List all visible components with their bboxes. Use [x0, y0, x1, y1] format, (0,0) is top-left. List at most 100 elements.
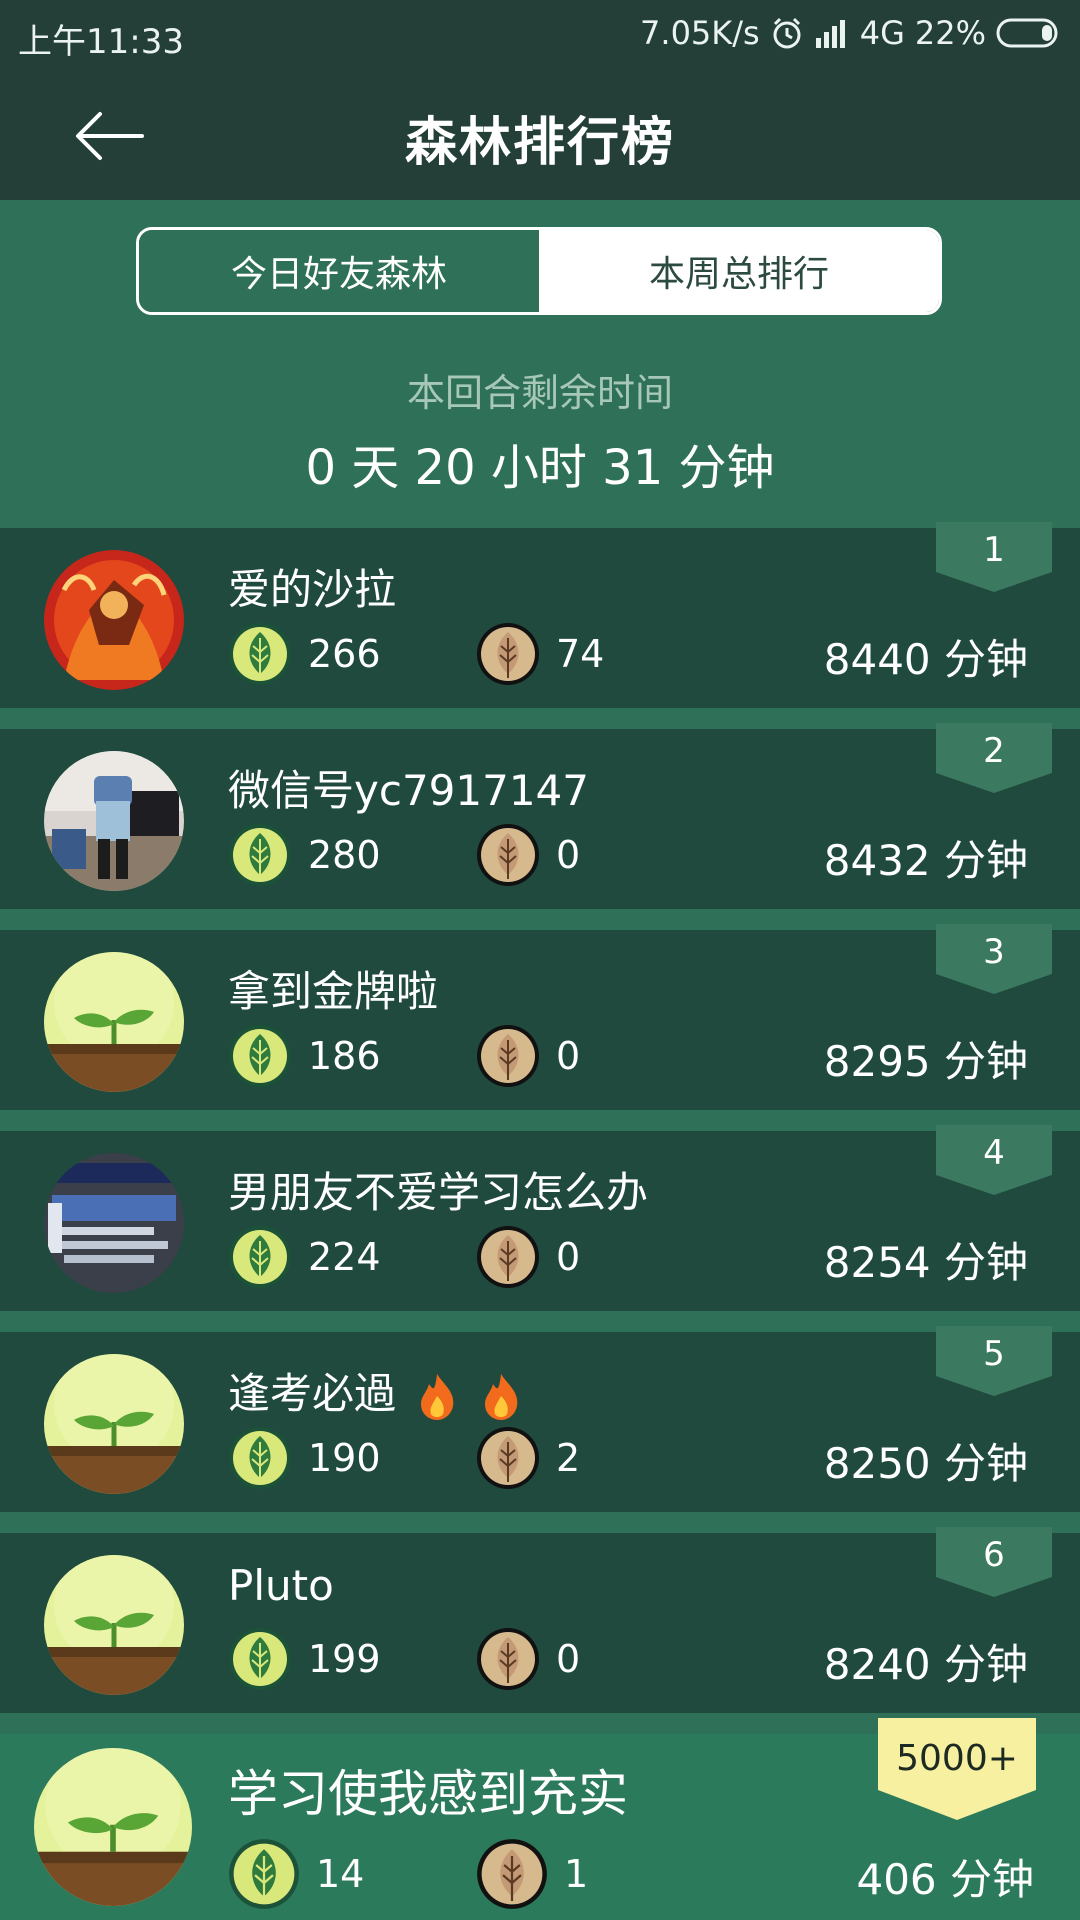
- live-trees-stat: 14: [228, 1838, 364, 1910]
- live-trees-count: 280: [308, 833, 381, 877]
- live-trees-stat: 186: [228, 1024, 381, 1088]
- rank-number: 5: [983, 1334, 1005, 1374]
- focus-minutes: 8250 分钟: [823, 1439, 1028, 1488]
- dead-tree-coin-icon: [476, 1838, 548, 1910]
- sprout-icon[interactable]: [44, 1354, 184, 1494]
- dead-trees-count: 1: [564, 1852, 589, 1896]
- leaderboard-row[interactable]: 爱的沙拉 266 74 8440 分钟 1: [0, 522, 1080, 708]
- dead-trees-stat: 0: [476, 823, 580, 887]
- live-trees-count: 199: [308, 1637, 381, 1681]
- dead-trees-count: 0: [556, 1637, 581, 1681]
- dead-tree-coin-icon: [476, 1627, 540, 1691]
- sprout-icon[interactable]: [44, 952, 184, 1092]
- fire-icon: [421, 1373, 454, 1420]
- tab-bar: 今日好友森林 本周总排行: [136, 227, 942, 315]
- live-tree-coin-icon: [228, 823, 292, 887]
- dead-trees-stat: 0: [476, 1225, 580, 1289]
- live-tree-coin-icon: [228, 1838, 300, 1910]
- live-trees-stat: 280: [228, 823, 381, 887]
- rank-badge: 1: [936, 522, 1052, 592]
- rank-number: 6: [983, 1535, 1005, 1575]
- signal-icon: [814, 18, 850, 48]
- live-trees-count: 14: [316, 1852, 365, 1896]
- dead-trees-count: 2: [556, 1436, 581, 1480]
- dead-trees-stat: 2: [476, 1426, 580, 1490]
- rank-badge: 4: [936, 1125, 1052, 1195]
- user-name: 微信号yc7917147: [228, 766, 589, 815]
- user-name: 男朋友不爱学习怎么办: [228, 1168, 649, 1217]
- rank-number: 1: [983, 530, 1005, 570]
- user-name: 逢考必過: [228, 1360, 523, 1422]
- leaderboard-row[interactable]: Pluto 199 0 8240 分钟 6: [0, 1527, 1080, 1713]
- dead-trees-stat: 74: [476, 622, 604, 686]
- dead-trees-count: 0: [556, 1034, 581, 1078]
- countdown-value: 0 天 20 小时 31 分钟: [305, 440, 775, 496]
- my-rank-badge: 5000+: [878, 1718, 1036, 1820]
- focus-minutes: 8440 分钟: [823, 635, 1028, 684]
- live-tree-coin-icon: [228, 1024, 292, 1088]
- my-user-name: 学习使我感到充实: [228, 1765, 628, 1823]
- rank-badge: 5: [936, 1326, 1052, 1396]
- live-trees-stat: 199: [228, 1627, 381, 1691]
- dead-trees-stat: 0: [476, 1024, 580, 1088]
- avatar[interactable]: [44, 550, 184, 690]
- leaderboard-row[interactable]: 拿到金牌啦 186 0 8295 分钟 3: [0, 924, 1080, 1110]
- dead-tree-coin-icon: [476, 622, 540, 686]
- status-indicators: 7.05K/s 4G 22%: [640, 14, 1062, 52]
- status-time: 上午11:33: [18, 22, 184, 62]
- rank-badge: 2: [936, 723, 1052, 793]
- live-trees-stat: 190: [228, 1426, 381, 1490]
- rank-badge: 6: [936, 1527, 1052, 1597]
- network-speed: 7.05K/s: [640, 14, 760, 52]
- rank-number: 3: [983, 932, 1005, 972]
- leaderboard-row[interactable]: 微信号yc7917147 280 0 8432 分钟 2: [0, 723, 1080, 909]
- tab-today-friends-forest[interactable]: 今日好友森林: [139, 230, 539, 312]
- battery-icon: [996, 17, 1062, 49]
- alarm-icon: [770, 16, 804, 50]
- dead-tree-coin-icon: [476, 1426, 540, 1490]
- tab-weekly-ranking[interactable]: 本周总排行: [539, 230, 939, 312]
- dead-trees-count: 0: [556, 833, 581, 877]
- live-trees-count: 224: [308, 1235, 381, 1279]
- focus-minutes: 8432 分钟: [823, 836, 1028, 885]
- dead-tree-coin-icon: [476, 823, 540, 887]
- leaderboard-row[interactable]: 男朋友不爱学习怎么办 224 0 8254 分钟 4: [0, 1125, 1080, 1311]
- focus-minutes: 8254 分钟: [823, 1238, 1028, 1287]
- sprout-icon[interactable]: [44, 1555, 184, 1695]
- fire-icon: [484, 1373, 517, 1420]
- network-type: 4G: [859, 14, 905, 52]
- leaderboard-row[interactable]: 逢考必過 190 2 8250 分钟 5: [0, 1326, 1080, 1512]
- status-bar: 上午11:33 7.05K/s 4G 22%: [0, 0, 1080, 72]
- live-trees-count: 190: [308, 1436, 381, 1480]
- user-name: 拿到金牌啦: [228, 967, 439, 1016]
- dead-trees-count: 0: [556, 1235, 581, 1279]
- app-header: 森林排行榜: [0, 72, 1080, 200]
- focus-minutes: 8240 分钟: [823, 1640, 1028, 1689]
- rank-badge: 3: [936, 924, 1052, 994]
- user-name: 爱的沙拉: [228, 565, 397, 614]
- user-name: Pluto: [228, 1561, 334, 1610]
- avatar[interactable]: [44, 1153, 184, 1293]
- user-name-text: 逢考必過: [228, 1369, 397, 1418]
- live-trees-stat: 266: [228, 622, 381, 686]
- rank-number: 4: [983, 1133, 1005, 1173]
- dead-trees-count: 74: [556, 632, 605, 676]
- rank-number: 2: [983, 731, 1005, 771]
- battery-percent: 22%: [914, 14, 986, 52]
- live-tree-coin-icon: [228, 1426, 292, 1490]
- live-trees-stat: 224: [228, 1225, 381, 1289]
- my-rank-number: 5000+: [896, 1738, 1018, 1779]
- dead-tree-coin-icon: [476, 1225, 540, 1289]
- dead-tree-coin-icon: [476, 1024, 540, 1088]
- live-trees-count: 186: [308, 1034, 381, 1078]
- sprout-icon[interactable]: [34, 1748, 192, 1906]
- live-trees-count: 266: [308, 632, 381, 676]
- dead-trees-stat: 0: [476, 1627, 580, 1691]
- countdown-label: 本回合剩余时间: [406, 371, 673, 415]
- live-tree-coin-icon: [228, 622, 292, 686]
- my-rank-row[interactable]: 学习使我感到充实 14 1 406 分钟 5000+: [0, 1718, 1080, 1920]
- live-tree-coin-icon: [228, 1627, 292, 1691]
- avatar[interactable]: [44, 751, 184, 891]
- page-title: 森林排行榜: [404, 113, 675, 173]
- focus-minutes: 8295 分钟: [823, 1037, 1028, 1086]
